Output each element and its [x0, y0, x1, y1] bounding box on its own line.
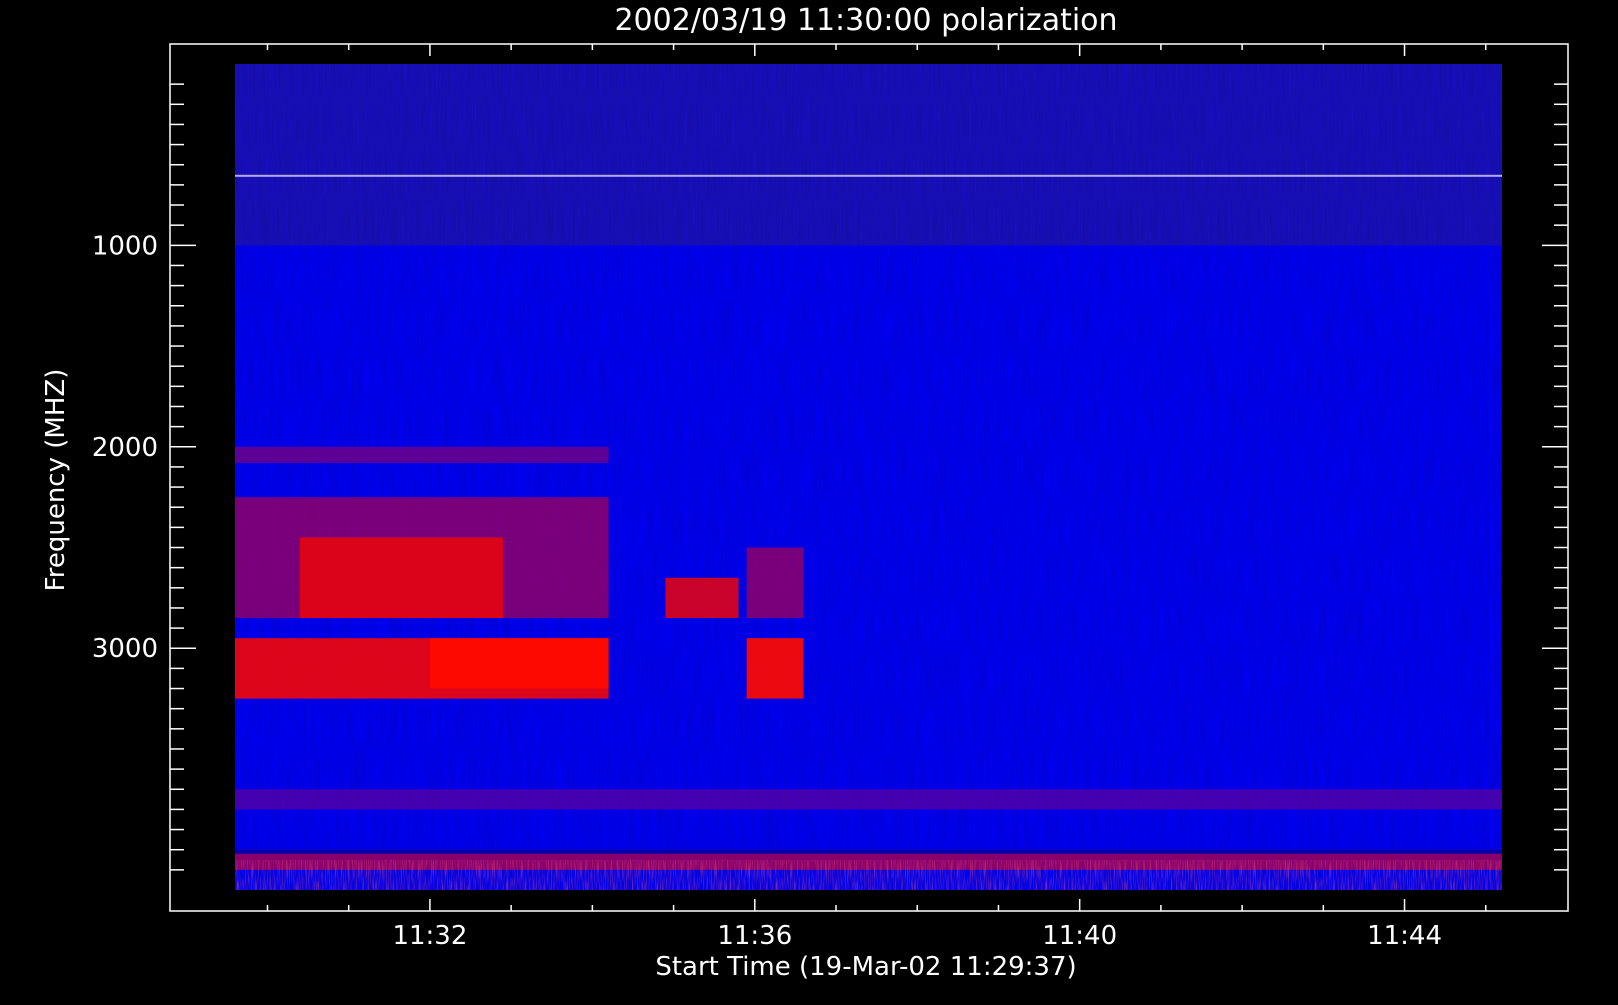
- x-tick-label: 11:32: [392, 921, 467, 951]
- chart-title: 2002/03/19 11:30:00 polarization: [614, 3, 1117, 38]
- heatmap-texture: [235, 64, 1502, 890]
- x-tick-label: 11:44: [1367, 921, 1442, 951]
- heatmap-region-8: [235, 789, 1502, 810]
- x-axis-label: Start Time (19-Mar-02 11:29:37): [655, 952, 1076, 982]
- x-tick-label: 11:36: [717, 921, 792, 951]
- spectrogram-chart: 2002/03/19 11:30:00 polarization 11:32 11…: [41, 3, 1569, 982]
- heatmap-interference-line: [235, 174, 1502, 177]
- heatmap-bottom-noise: [235, 859, 1502, 890]
- heatmap-region-1: [299, 537, 504, 619]
- y-tick-label: 1000: [92, 231, 158, 261]
- heatmap-region-4: [665, 577, 739, 619]
- y-tick-label: 3000: [92, 634, 158, 664]
- x-tick-label: 11:40: [1042, 921, 1117, 951]
- heatmap-region-3: [429, 638, 609, 689]
- spectrogram-image: [235, 64, 1502, 890]
- heatmap-region-7: [235, 446, 609, 463]
- heatmap-bottom-line: [235, 849, 1502, 854]
- heatmap-region-6: [746, 547, 804, 619]
- y-axis-label: Frequency (MHZ): [41, 369, 71, 592]
- spectrogram-figure: 2002/03/19 11:30:00 polarization 11:32 11…: [0, 0, 1618, 1000]
- y-tick-label: 2000: [92, 433, 158, 463]
- heatmap-region-5: [746, 638, 804, 699]
